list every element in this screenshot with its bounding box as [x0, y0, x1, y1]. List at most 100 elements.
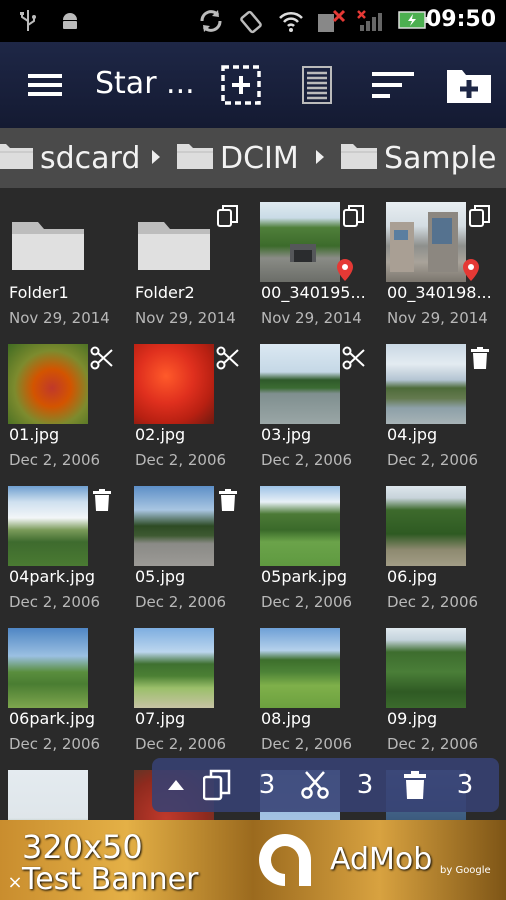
breadcrumb-label: Sample: [384, 140, 497, 176]
rotate-icon: [238, 9, 264, 39]
folder-icon: [8, 202, 88, 282]
file-date: Dec 2, 2006: [9, 735, 101, 753]
file-date: Dec 2, 2006: [387, 735, 479, 753]
ad-brand-sub: by Google: [440, 865, 491, 876]
scissors-icon[interactable]: [216, 346, 240, 370]
grid-item[interactable]: 02.jpg Dec 2, 2006: [126, 330, 252, 472]
photo-thumbnail: [260, 344, 340, 424]
breadcrumb-item-sample[interactable]: Sample: [340, 138, 497, 178]
admob-logo: [255, 830, 315, 890]
grid-item[interactable]: 05park.jpg Dec 2, 2006: [252, 472, 378, 614]
file-date: Nov 29, 2014: [135, 309, 236, 327]
cut-count: 3: [356, 770, 374, 800]
photo-thumbnail: [260, 202, 340, 282]
trash-icon[interactable]: [216, 488, 240, 512]
file-name: Folder2: [135, 283, 195, 302]
file-date: Dec 2, 2006: [261, 735, 353, 753]
file-name: 04.jpg: [387, 425, 438, 444]
list-view-icon[interactable]: [292, 62, 342, 108]
photo-thumbnail: [386, 628, 466, 708]
folder-icon: [340, 142, 378, 174]
file-date: Dec 2, 2006: [261, 451, 353, 469]
copy-icon[interactable]: [468, 204, 492, 228]
grid-item[interactable]: 09.jpg Dec 2, 2006: [378, 614, 504, 756]
grid-item[interactable]: [0, 756, 126, 820]
photo-thumbnail: [260, 628, 340, 708]
photo-thumbnail: [134, 486, 214, 566]
grid-item[interactable]: 00_340195... Nov 29, 2014: [252, 188, 378, 330]
new-folder-icon[interactable]: [444, 62, 494, 108]
file-name: 09.jpg: [387, 709, 438, 728]
breadcrumb-item-sdcard[interactable]: sdcard: [0, 138, 140, 178]
menu-icon[interactable]: [20, 62, 70, 108]
folder-icon: [134, 202, 214, 282]
photo-thumbnail: [386, 202, 466, 282]
photo-thumbnail: [134, 344, 214, 424]
status-bar: 09:50: [0, 0, 506, 42]
copy-icon[interactable]: [342, 204, 366, 228]
file-date: Dec 2, 2006: [387, 451, 479, 469]
grid-item[interactable]: 07.jpg Dec 2, 2006: [126, 614, 252, 756]
ad-brand: AdMob: [330, 842, 433, 877]
ad-size-text: 320x50: [22, 828, 143, 866]
wifi-icon: [278, 9, 304, 37]
delete-count: 3: [456, 770, 474, 800]
ad-banner[interactable]: 320x50 Test Banner × AdMob by Google: [0, 820, 506, 900]
scissors-icon[interactable]: [90, 346, 114, 370]
photo-thumbnail: [8, 628, 88, 708]
trash-icon[interactable]: [468, 346, 492, 370]
photo-thumbnail: [386, 344, 466, 424]
grid-item[interactable]: 04park.jpg Dec 2, 2006: [0, 472, 126, 614]
collapse-arrow-icon[interactable]: [166, 758, 186, 812]
breadcrumb-item-dcim[interactable]: DCIM: [176, 138, 299, 178]
file-date: Dec 2, 2006: [9, 593, 101, 611]
grid-item[interactable]: Folder1 Nov 29, 2014: [0, 188, 126, 330]
sync-icon: [198, 9, 224, 37]
grid-item[interactable]: 00_340198... Nov 29, 2014: [378, 188, 504, 330]
photo-thumbnail: [8, 486, 88, 566]
file-date: Nov 29, 2014: [261, 309, 362, 327]
file-date: Nov 29, 2014: [387, 309, 488, 327]
close-icon[interactable]: ×: [4, 872, 26, 894]
select-icon[interactable]: [216, 62, 266, 108]
trash-icon[interactable]: [400, 758, 430, 812]
android-debug-icon: [58, 9, 82, 37]
clipboard-bar: 3 3 3: [152, 758, 499, 812]
file-grid: Folder1 Nov 29, 2014 Folder2 Nov 29, 201…: [0, 188, 506, 820]
ad-text: Test Banner: [22, 862, 199, 897]
folder-icon: [0, 142, 34, 174]
scissors-icon[interactable]: [298, 758, 332, 812]
map-pin-icon: [462, 258, 480, 286]
photo-thumbnail: [8, 770, 88, 820]
breadcrumb-label: sdcard: [40, 140, 141, 176]
file-name: 04park.jpg: [9, 567, 96, 586]
sort-icon[interactable]: [368, 62, 418, 108]
grid-item[interactable]: Folder2 Nov 29, 2014: [126, 188, 252, 330]
action-bar: Star ...: [0, 42, 506, 128]
grid-item[interactable]: 04.jpg Dec 2, 2006: [378, 330, 504, 472]
grid-item[interactable]: 08.jpg Dec 2, 2006: [252, 614, 378, 756]
copy-icon[interactable]: [200, 758, 234, 812]
map-pin-icon: [336, 258, 354, 286]
file-date: Dec 2, 2006: [135, 593, 227, 611]
copy-icon[interactable]: [216, 204, 240, 228]
file-name: 06park.jpg: [9, 709, 96, 728]
grid-item[interactable]: 06.jpg Dec 2, 2006: [378, 472, 504, 614]
file-name: 00_340198...: [387, 283, 492, 302]
status-time: 09:50: [425, 7, 496, 32]
battery-charging-icon: [398, 9, 428, 35]
grid-item[interactable]: 05.jpg Dec 2, 2006: [126, 472, 252, 614]
usb-icon: [18, 9, 38, 37]
file-name: Folder1: [9, 283, 69, 302]
trash-icon[interactable]: [90, 488, 114, 512]
scissors-icon[interactable]: [342, 346, 366, 370]
file-date: Dec 2, 2006: [135, 451, 227, 469]
grid-item[interactable]: 03.jpg Dec 2, 2006: [252, 330, 378, 472]
chevron-right-icon: [152, 150, 160, 164]
grid-item[interactable]: 01.jpg Dec 2, 2006: [0, 330, 126, 472]
photo-thumbnail: [260, 486, 340, 566]
cell-no-signal-icon: [356, 9, 384, 37]
grid-item[interactable]: 06park.jpg Dec 2, 2006: [0, 614, 126, 756]
photo-thumbnail: [8, 344, 88, 424]
breadcrumb: sdcard DCIM Sample: [0, 128, 506, 188]
